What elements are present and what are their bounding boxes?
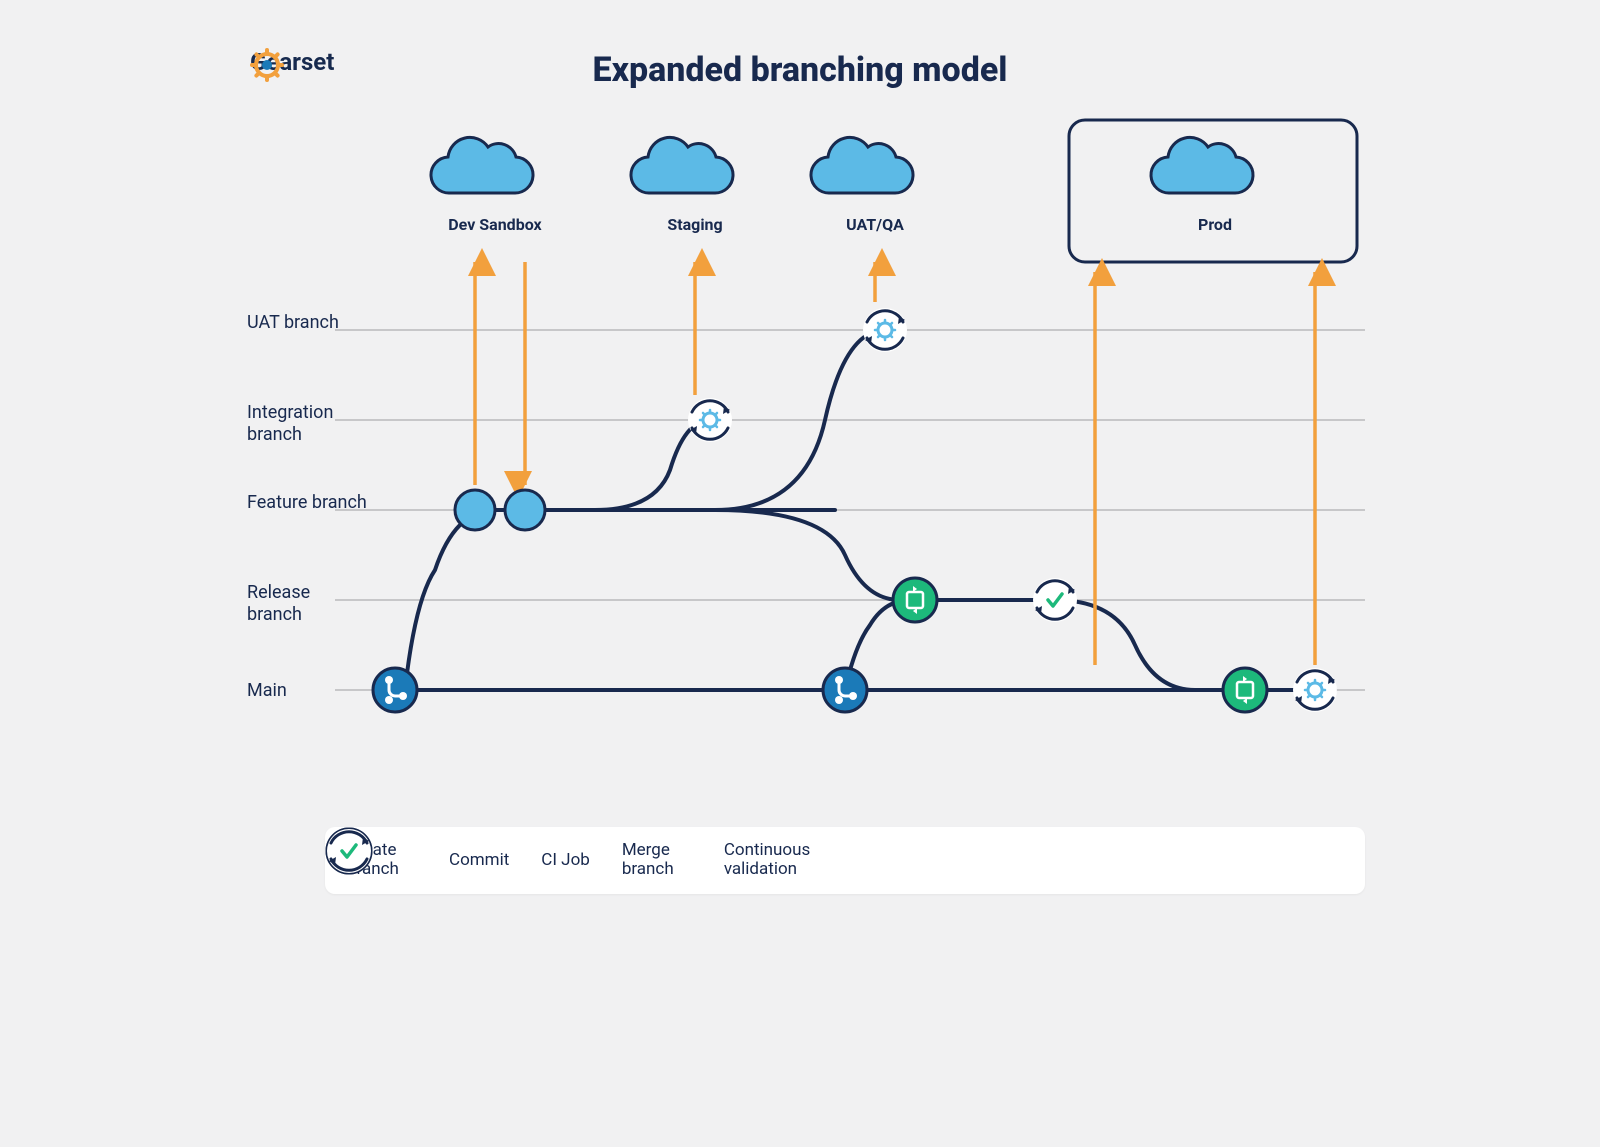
cloud-icon [1151,137,1253,193]
legend-label: Commit [449,851,509,871]
env-label-dev: Dev Sandbox [430,215,560,234]
env-label-staging: Staging [650,215,740,234]
legend-item-commit: Commit [449,851,509,871]
lane-label-feature: Feature branch [247,492,367,514]
diagram-canvas: Gearset Expanded branching model [155,0,1445,924]
ci-job-node [863,308,907,352]
legend-label: CI Job [541,851,590,871]
lane-label-release: Release branch [247,582,367,625]
merge-branch-node [893,578,937,622]
cloud-icon [631,137,733,193]
legend-item-ci: CI Job [541,851,590,871]
legend: Create branch Commit CI Job Merge branch… [325,827,1365,894]
create-branch-node [373,668,417,712]
lane-label-integration: Integration branch [247,402,367,445]
ci-job-node [1293,668,1337,712]
lane-label-uat: UAT branch [247,312,367,334]
commit-node [455,490,495,530]
cloud-icon [431,137,533,193]
ci-job-node [688,398,732,442]
env-label-prod: Prod [1170,215,1260,234]
legend-label: Continuous validation [724,841,824,880]
legend-label: Merge branch [622,841,692,880]
continuous-validation-icon [325,827,373,875]
legend-item-cv: Continuous validation [724,841,824,880]
lane-label-main: Main [247,680,367,702]
merge-branch-node [1223,668,1267,712]
cloud-icon [811,137,913,193]
continuous-validation-node [1033,578,1077,622]
commit-node [505,490,545,530]
create-branch-node [823,668,867,712]
legend-item-merge: Merge branch [622,841,692,880]
diagram-svg [155,0,1445,924]
env-label-uatqa: UAT/QA [830,215,920,234]
